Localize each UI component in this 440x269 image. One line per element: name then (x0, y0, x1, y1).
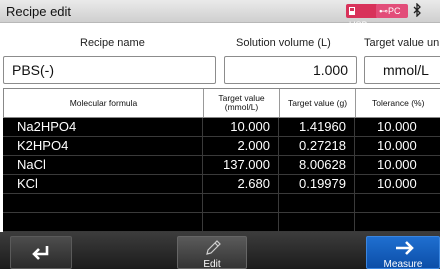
table-row[interactable]: KCl 2.680 0.19979 10.000 (3, 175, 440, 194)
column-header-tolerance: Tolerance (%) (356, 89, 440, 117)
usb-status-badge: USB (346, 4, 378, 30)
cell-formula (3, 194, 203, 212)
cell-target-mmol: 2.680 (203, 175, 279, 193)
column-header-target-mmol: Target value (mmol/L) (204, 89, 280, 117)
column-header-molecular-formula: Molecular formula (4, 89, 204, 117)
cell-target-g: 8.00628 (279, 156, 355, 174)
cell-target-mmol (203, 194, 279, 212)
return-arrow-icon (32, 246, 49, 260)
recipe-name-field[interactable]: PBS(-) (3, 56, 216, 84)
usb-connector-icon: ⊷ (379, 6, 388, 16)
back-button[interactable] (10, 236, 72, 269)
cell-target-g (279, 213, 355, 231)
window-title: Recipe edit (6, 4, 72, 19)
table-row[interactable]: Na2HPO4 10.000 1.41960 10.000 (3, 118, 440, 137)
bottom-toolbar: Edit Measure (0, 232, 440, 269)
table-row[interactable]: K2HPO4 2.000 0.27218 10.000 (3, 137, 440, 156)
cell-target-mmol: 137.000 (203, 156, 279, 174)
pencil-icon (206, 240, 221, 255)
cell-tolerance (355, 194, 440, 212)
cell-formula: K2HPO4 (3, 137, 203, 155)
cell-tolerance: 10.000 (355, 156, 440, 174)
cell-formula: KCl (3, 175, 203, 193)
measure-button[interactable]: Measure (366, 236, 440, 269)
table-row-empty[interactable] (3, 213, 440, 232)
edit-label: Edit (203, 259, 221, 269)
cell-target-g: 0.27218 (279, 137, 355, 155)
edit-button[interactable]: Edit (177, 236, 247, 269)
measure-label: Measure (383, 259, 423, 269)
solution-volume-field[interactable]: 1.000 (224, 56, 357, 84)
target-unit-label: Target value un (364, 37, 440, 49)
cell-target-mmol (203, 213, 279, 231)
cell-target-mmol: 10.000 (203, 118, 279, 136)
recipe-name-label: Recipe name (80, 37, 145, 49)
cell-tolerance: 10.000 (355, 118, 440, 136)
cell-formula: NaCl (3, 156, 203, 174)
cell-target-g (279, 194, 355, 212)
recipe-table: Molecular formula Target value (mmol/L) … (3, 88, 440, 232)
usb-icon (349, 7, 355, 15)
table-row-empty[interactable] (3, 194, 440, 213)
pc-status-badge: ⊷PC (376, 4, 408, 18)
cell-tolerance: 10.000 (355, 137, 440, 155)
target-unit-select[interactable]: mmol/L (364, 56, 440, 84)
column-header-target-g: Target value (g) (280, 89, 356, 117)
cell-target-g: 0.19979 (279, 175, 355, 193)
cell-target-mmol: 2.000 (203, 137, 279, 155)
cell-formula: Na2HPO4 (3, 118, 203, 136)
solution-volume-label: Solution volume (L) (236, 37, 331, 49)
arrow-right-icon (396, 241, 414, 255)
cell-tolerance: 10.000 (355, 175, 440, 193)
cell-formula (3, 213, 203, 231)
table-row[interactable]: NaCl 137.000 8.00628 10.000 (3, 156, 440, 175)
cell-target-g: 1.41960 (279, 118, 355, 136)
title-bar: Recipe edit USB ⊷PC (0, 0, 440, 30)
cell-tolerance (355, 213, 440, 231)
table-header: Molecular formula Target value (mmol/L) … (3, 88, 440, 118)
bluetooth-icon (412, 2, 422, 20)
